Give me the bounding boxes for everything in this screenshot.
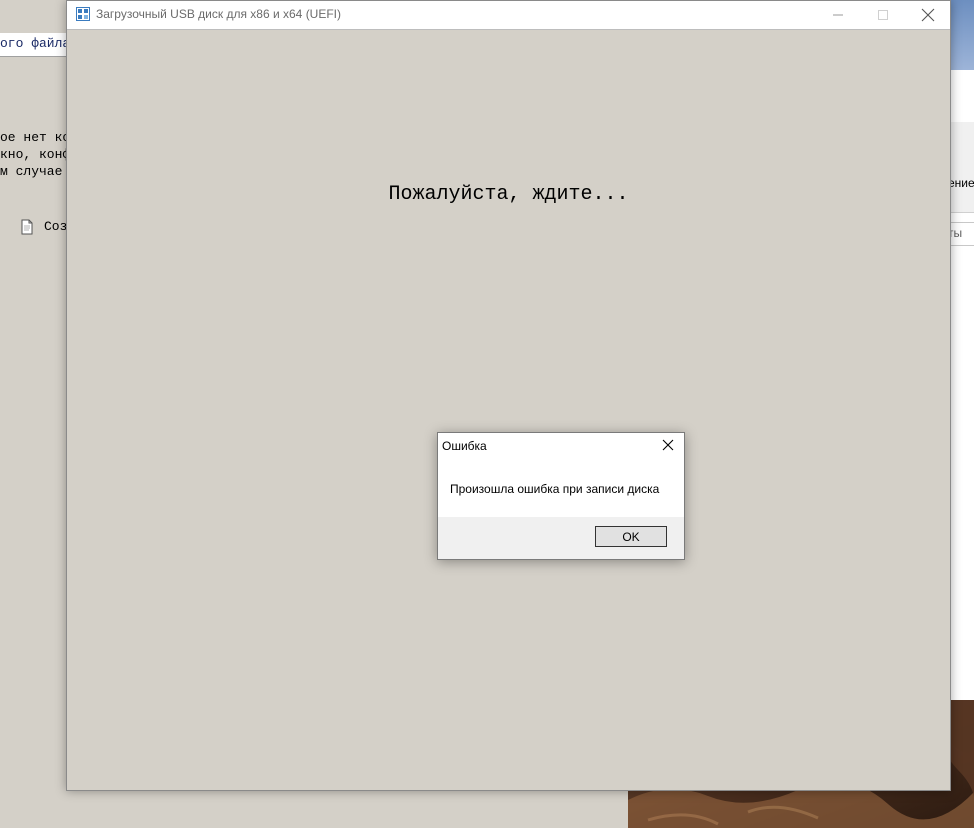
minimize-icon <box>832 14 843 16</box>
window-title: Загрузочный USB диск для x86 и x64 (UEFI… <box>96 7 342 21</box>
background-path-text: ого файла <box>0 36 71 51</box>
background-text-line-3: м случае <box>0 164 63 179</box>
dialog-footer: OK <box>438 517 684 559</box>
background-right-window: ение ты <box>948 0 974 700</box>
background-right-panel <box>948 122 974 213</box>
main-window: Загрузочный USB диск для x86 и x64 (UEFI… <box>66 0 951 791</box>
close-icon <box>662 439 674 451</box>
app-icon <box>76 7 90 21</box>
dialog-message: Произошла ошибка при записи диска <box>450 482 660 496</box>
maximize-icon <box>877 10 888 20</box>
background-path-field[interactable]: ого файла <box>0 33 70 57</box>
minimize-button[interactable] <box>815 1 860 29</box>
background-text-line-1: ое нет ко <box>0 130 71 145</box>
error-dialog: Ошибка Произошла ошибка при записи диска… <box>437 432 685 560</box>
document-icon <box>21 219 33 235</box>
ok-button[interactable]: OK <box>595 526 667 547</box>
please-wait-message: Пожалуйста, ждите... <box>388 183 629 206</box>
maximize-button[interactable] <box>860 1 905 29</box>
background-right-label-1: ение <box>948 176 974 190</box>
background-text-line-2: кно, конф <box>0 147 71 162</box>
dialog-title: Ошибка <box>442 439 487 453</box>
dialog-close-button[interactable] <box>656 435 680 455</box>
title-bar[interactable]: Загрузочный USB диск для x86 и x64 (UEFI… <box>67 1 950 30</box>
background-doc-item-label[interactable]: Соз <box>44 219 67 234</box>
close-icon <box>921 8 934 22</box>
background-right-header <box>948 0 974 70</box>
close-button[interactable] <box>905 1 950 29</box>
